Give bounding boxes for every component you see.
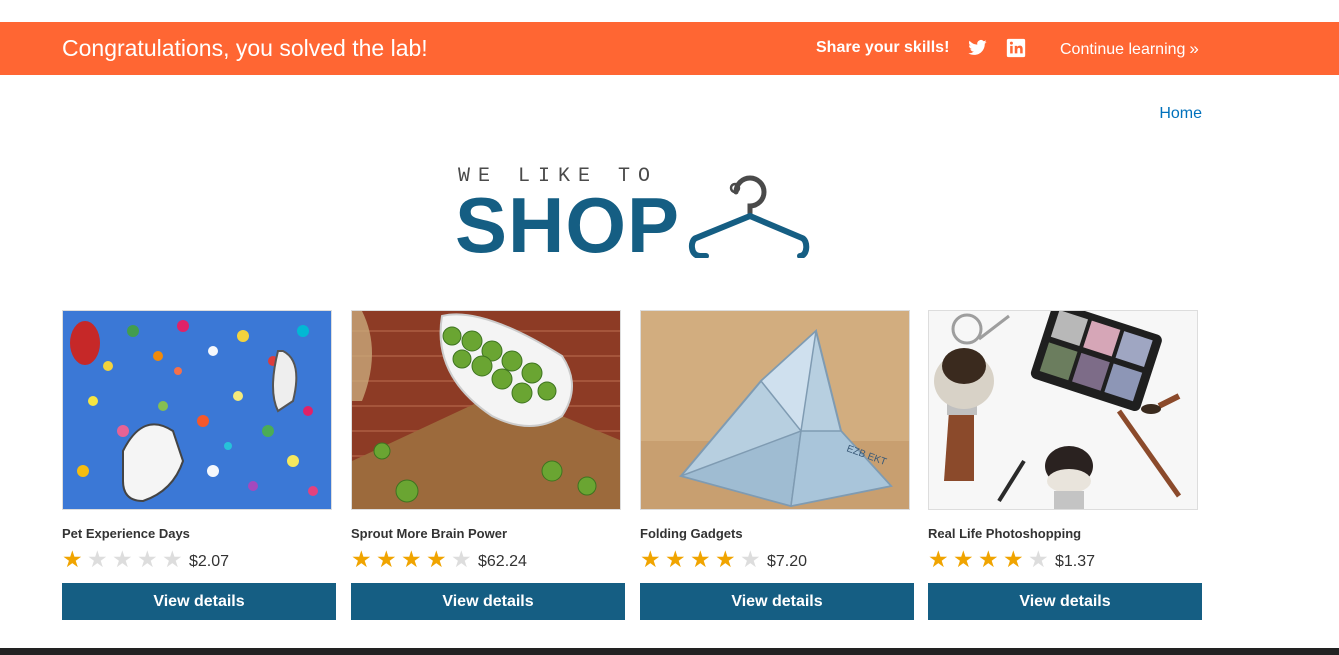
star-icon: ★ [978,546,999,572]
product-image-sprout-brain-power[interactable] [351,310,621,510]
star-icon: ★ [376,546,397,572]
product-card: Sprout More Brain Power ★ ★ ★ ★ ★ $62.24… [351,310,625,620]
star-rating: ★ ★ ★ ★ ★ [640,547,765,571]
star-icon: ★ [715,546,736,572]
product-name: Real Life Photoshopping [928,526,1082,541]
logo-wordmark: SHOP [455,181,681,269]
product-image-real-life-photoshopping[interactable] [928,310,1198,510]
star-icon: ★ [162,546,183,572]
view-details-button[interactable]: View details [928,583,1202,620]
product-card: Real Life Photoshopping ★ ★ ★ ★ ★ $1.37 … [928,310,1202,620]
view-details-button[interactable]: View details [62,583,336,620]
product-card: Pet Experience Days ★ ★ ★ ★ ★ $2.07 View… [62,310,336,620]
star-icon: ★ [137,546,158,572]
star-icon: ★ [62,546,83,572]
product-image-folding-gadgets[interactable]: EZB EKT [640,310,910,510]
twitter-icon[interactable] [967,38,988,58]
product-name: Sprout More Brain Power [351,526,508,541]
linkedin-icon[interactable] [1006,38,1026,58]
star-icon: ★ [953,546,974,572]
double-chevron-right-icon: » [1189,39,1199,58]
star-icon: ★ [740,546,761,572]
star-icon: ★ [690,546,711,572]
continue-learning-label: Continue learning [1060,41,1186,58]
star-icon: ★ [928,546,949,572]
product-price: $62.24 [478,553,527,570]
star-rating: ★ ★ ★ ★ ★ [351,547,476,571]
footer-bar [0,648,1339,655]
star-icon: ★ [451,546,472,572]
star-icon: ★ [401,546,422,572]
product-name: Folding Gadgets [640,526,743,541]
star-icon: ★ [112,546,133,572]
share-skills-label: Share your skills! [816,39,950,56]
star-icon: ★ [1028,546,1049,572]
continue-learning-link[interactable]: Continue learning» [1060,39,1199,59]
view-details-button[interactable]: View details [640,583,914,620]
product-price: $1.37 [1055,553,1096,570]
lab-solved-banner: Congratulations, you solved the lab! Sha… [0,22,1339,75]
banner-title: Congratulations, you solved the lab! [62,35,428,61]
product-price: $7.20 [767,553,808,570]
star-icon: ★ [426,546,447,572]
star-icon: ★ [87,546,108,572]
star-icon: ★ [351,546,372,572]
shop-logo: WE LIKE TO SHOP [455,163,811,264]
star-icon: ★ [665,546,686,572]
product-image-pet-experience[interactable] [62,310,332,510]
star-rating: ★ ★ ★ ★ ★ [62,547,187,571]
star-rating: ★ ★ ★ ★ ★ [928,547,1053,571]
product-price: $2.07 [189,553,230,570]
product-name: Pet Experience Days [62,526,190,541]
hanger-icon [688,175,810,258]
star-icon: ★ [1003,546,1024,572]
product-card: EZB EKT Folding Gadgets ★ ★ ★ ★ ★ $7.20 … [640,310,914,620]
view-details-button[interactable]: View details [351,583,625,620]
star-icon: ★ [640,546,661,572]
home-link[interactable]: Home [1159,105,1202,123]
